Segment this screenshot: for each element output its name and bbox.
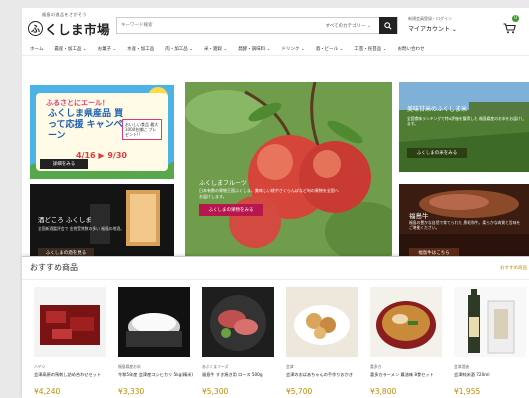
nav-item-sweets[interactable]: お菓子 ⌄ bbox=[98, 46, 117, 52]
fruit-desc: 日本有数の果物王国ふくしま。美味しい桃やさくらんぼなど旬の果物を全国へお届けしま… bbox=[199, 188, 339, 199]
recommended-panel: おすすめ商品 おすすめ商品 ハヤシ 会津高原の馬刺し詰め合わせセット ¥4,24… bbox=[22, 256, 529, 398]
divider bbox=[22, 279, 529, 280]
fruit-button[interactable]: ふくしまの果物をみる bbox=[199, 204, 263, 216]
search-icon bbox=[384, 21, 392, 30]
nav-item-crafts[interactable]: 工芸・民芸品 ⌄ bbox=[354, 46, 386, 52]
product-card[interactable]: 福島県産お米 令和5年産 会津産コシヒカリ 5kg(精米) ¥3,330 bbox=[118, 287, 193, 398]
product-card[interactable]: あぶくまフーズ 福島牛 すき焼き用 ロース 500g ¥5,300 bbox=[202, 287, 277, 398]
fruit-feature-tile[interactable]: ふくしまフルーツ 日本有数の果物王国ふくしま。美味しい桃やさくらんぼなど旬の果物… bbox=[185, 82, 392, 262]
product-name: 会津高原の馬刺し詰め合わせセット bbox=[34, 372, 102, 377]
nav-item-home[interactable]: ホーム bbox=[30, 46, 43, 52]
product-brand: 福島県産お米 bbox=[118, 364, 141, 369]
account-name: マイアカウント ⌄ bbox=[408, 26, 457, 33]
product-image bbox=[370, 287, 442, 357]
logo-tagline: 福島の逸品をさがそう bbox=[42, 12, 87, 17]
product-image bbox=[454, 287, 526, 357]
nav-item-drink[interactable]: ドリンク ⌄ bbox=[281, 46, 304, 52]
rice-desc: 全国食味ランキングで特A評価を獲得した 福島県産のお米をお届けします。 bbox=[407, 116, 525, 126]
logo-mark-icon: ふ bbox=[28, 21, 43, 36]
nav-item-sake[interactable]: 酒・ビール ⌄ bbox=[316, 46, 344, 52]
site-logo[interactable]: 福島の逸品をさがそう ふ くしま市場 bbox=[28, 12, 110, 38]
recommended-heading: おすすめ商品 bbox=[30, 263, 78, 272]
product-price: ¥3,800 bbox=[370, 387, 397, 396]
product-price: ¥1,955 bbox=[454, 387, 481, 396]
campaign-main-text: ふくしま県産品 買って応援 キャンペーン bbox=[48, 109, 124, 141]
peach-photo bbox=[185, 82, 392, 262]
product-image bbox=[286, 287, 358, 357]
campaign-note: おいしい食品 最大1000名様に プレゼント!! bbox=[122, 119, 162, 140]
cart-button[interactable]: 0 bbox=[503, 15, 519, 34]
product-price: ¥4,240 bbox=[34, 387, 61, 396]
product-image bbox=[202, 287, 274, 357]
product-name: 会津純米酒 720ml bbox=[454, 372, 490, 377]
rice-button[interactable]: ふくしまの米をみる bbox=[407, 148, 467, 158]
product-card[interactable]: 喜多方 喜多方ラーメン 醤油味 8食セット ¥3,800 bbox=[370, 287, 445, 398]
product-card[interactable]: 会津 会津のおばあちゃんの手作りおかき ¥5,700 bbox=[286, 287, 361, 398]
account-menu[interactable]: 新規会員登録・ログイン マイアカウント ⌄ bbox=[408, 16, 457, 33]
product-image bbox=[118, 287, 190, 357]
cart-count-badge: 0 bbox=[512, 15, 519, 22]
product-price: ¥5,700 bbox=[286, 387, 313, 396]
product-name: 令和5年産 会津産コシヒカリ 5kg(精米) bbox=[118, 372, 193, 377]
product-brand: あぶくまフーズ bbox=[202, 364, 229, 369]
search-button[interactable] bbox=[379, 17, 397, 34]
nav-item-contact[interactable]: お問い合わせ bbox=[398, 46, 425, 52]
product-card[interactable]: 会津酒造 会津純米酒 720ml ¥1,955 bbox=[454, 287, 529, 398]
sake-desc: 全国新酒鑑評会で 金賞受賞数の多い 福島の地酒。 bbox=[38, 226, 124, 231]
search-scope-select[interactable]: すべてのカテゴリー ⌄ bbox=[326, 23, 380, 29]
nav-item-rice[interactable]: 米・雑穀 ⌄ bbox=[204, 46, 227, 52]
nav-item-agri[interactable]: 農産・加工品 ⌄ bbox=[54, 46, 86, 52]
product-brand: ハヤシ bbox=[34, 364, 46, 369]
nav-item-ferment[interactable]: 発酵・調味料 ⌄ bbox=[238, 46, 270, 52]
beef-title: 福島牛 bbox=[409, 212, 429, 220]
product-brand: 会津酒造 bbox=[454, 364, 470, 369]
search-input[interactable] bbox=[117, 18, 326, 33]
fruit-title: ふくしまフルーツ bbox=[199, 180, 247, 187]
sake-feature-tile[interactable]: 酒どころ ふくしま 全国新酒鑑評会で 金賞受賞数の多い 福島の地酒。 ふくしまの… bbox=[30, 184, 174, 258]
nav-item-seafood[interactable]: 水産・加工品 bbox=[127, 46, 154, 52]
product-brand: 会津 bbox=[286, 364, 294, 369]
product-price: ¥5,300 bbox=[202, 387, 229, 396]
beef-desc: 福島の豊かな自然で育てられた 黒毛和牛。柔らかな肉質と旨味をご堪能ください。 bbox=[409, 220, 521, 230]
search-bar: すべてのカテゴリー ⌄ bbox=[116, 17, 398, 34]
beef-feature-tile[interactable]: 福島牛 福島の豊かな自然で育てられた 黒毛和牛。柔らかな肉質と旨味をご堪能くださ… bbox=[399, 184, 529, 262]
campaign-top-text: ふるさとにエール！ bbox=[46, 99, 109, 107]
nav-item-meat[interactable]: 肉・加工品 ⌄ bbox=[165, 46, 193, 52]
rice-field-photo bbox=[399, 82, 529, 172]
product-image bbox=[34, 287, 106, 357]
site-page: 福島の逸品をさがそう ふ くしま市場 すべてのカテゴリー ⌄ 新規会員登録・ログ… bbox=[22, 8, 529, 270]
main-nav: ホーム 農産・加工品 ⌄ お菓子 ⌄ 水産・加工品 肉・加工品 ⌄ 米・雑穀 ⌄… bbox=[22, 42, 529, 56]
product-brand: 喜多方 bbox=[370, 364, 382, 369]
sake-title: 酒どころ ふくしま bbox=[38, 216, 92, 224]
logo-name: くしま市場 bbox=[45, 22, 111, 37]
cart-icon bbox=[503, 23, 516, 34]
rice-feature-tile[interactable]: 美味甘米のふくしま米 全国食味ランキングで特A評価を獲得した 福島県産のお米をお… bbox=[399, 82, 529, 172]
campaign-banner-tile[interactable]: ふるさとにエール！ ふくしま県産品 買って応援 キャンペーン おいしい食品 最大… bbox=[30, 85, 174, 179]
campaign-detail-button[interactable]: 詳細をみる bbox=[40, 159, 88, 169]
product-name: 会津のおばあちゃんの手作りおかき bbox=[286, 372, 354, 377]
product-price: ¥3,330 bbox=[118, 387, 145, 396]
product-name: 福島牛 すき焼き用 ロース 500g bbox=[202, 372, 263, 377]
product-name: 喜多方ラーメン 醤油味 8食セット bbox=[370, 372, 434, 377]
recommended-more-link[interactable]: おすすめ商品 bbox=[500, 265, 527, 271]
rice-title: 美味甘米のふくしま米 bbox=[407, 106, 468, 113]
site-header: 福島の逸品をさがそう ふ くしま市場 すべてのカテゴリー ⌄ 新規会員登録・ログ… bbox=[22, 8, 529, 42]
account-label: 新規会員登録・ログイン bbox=[408, 16, 452, 21]
product-card[interactable]: ハヤシ 会津高原の馬刺し詰め合わせセット ¥4,240 bbox=[34, 287, 109, 398]
